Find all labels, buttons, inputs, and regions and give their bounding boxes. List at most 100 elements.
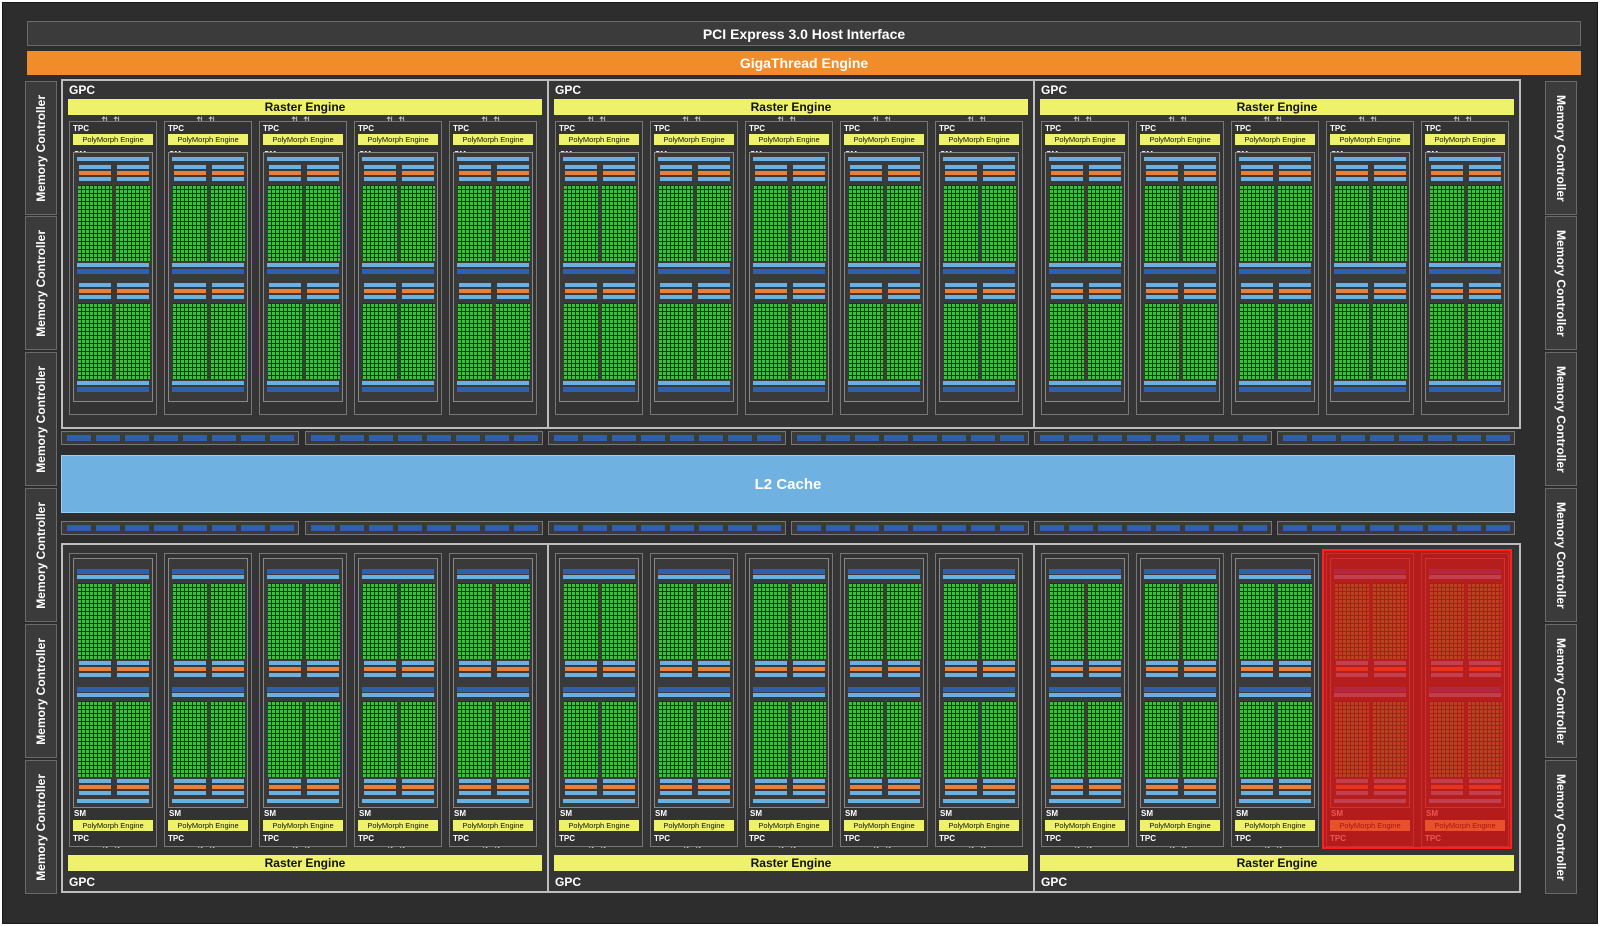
cache-block xyxy=(1243,435,1267,441)
register-file xyxy=(1279,177,1311,181)
cuda-cores xyxy=(982,303,1016,379)
dispatch-unit xyxy=(117,289,149,293)
warp-scheduler xyxy=(459,165,491,169)
cuda-cores xyxy=(564,583,598,659)
texture-units xyxy=(753,387,825,392)
polymorph-engine: PolyMorph Engine xyxy=(358,134,438,145)
warp-scheduler xyxy=(1374,283,1406,287)
cache-block xyxy=(1283,435,1307,441)
texture-units xyxy=(77,269,149,274)
register-file xyxy=(117,779,149,783)
warp-scheduler xyxy=(459,673,491,677)
cache-block xyxy=(485,525,509,531)
register-file xyxy=(497,177,529,181)
gpc-label: GPC xyxy=(69,875,96,889)
load-store-band xyxy=(658,575,730,579)
cuda-cores xyxy=(458,185,492,261)
load-store-band xyxy=(1049,381,1121,385)
dispatch-unit xyxy=(459,289,491,293)
register-file xyxy=(565,779,597,783)
sm-label: SM xyxy=(74,809,86,818)
tpc-label: TPC xyxy=(654,834,670,843)
dispatch-unit xyxy=(755,289,787,293)
sm-label: SM xyxy=(169,809,181,818)
cuda-cores xyxy=(116,583,150,659)
warp-scheduler xyxy=(945,673,977,677)
warp-scheduler xyxy=(660,673,692,677)
register-file xyxy=(364,295,396,299)
warp-scheduler xyxy=(1469,165,1501,169)
load-store-band xyxy=(753,381,825,385)
tpc-label: TPC xyxy=(358,834,374,843)
warp-scheduler xyxy=(565,673,597,677)
load-store-band xyxy=(1144,263,1216,267)
texture-units xyxy=(1334,269,1406,274)
dispatch-unit xyxy=(402,785,434,789)
cuda-cores xyxy=(1183,185,1217,261)
cuda-cores xyxy=(887,583,921,659)
instruction-cache xyxy=(943,799,1015,803)
dispatch-unit xyxy=(79,785,111,789)
cuda-cores xyxy=(1050,303,1084,379)
warp-scheduler xyxy=(698,283,730,287)
tpc-label: TPC xyxy=(168,124,184,133)
raster-engine: Raster Engine xyxy=(554,855,1028,871)
register-file xyxy=(565,661,597,665)
streaming-multiprocessor xyxy=(1330,152,1410,402)
cache-block xyxy=(1156,525,1180,531)
register-file xyxy=(459,177,491,181)
texture-units xyxy=(753,269,825,274)
dispatch-unit xyxy=(755,171,787,175)
register-file xyxy=(459,295,491,299)
cache-block xyxy=(1486,525,1510,531)
warp-scheduler xyxy=(565,165,597,169)
dispatch-unit xyxy=(364,171,396,175)
register-file xyxy=(269,661,301,665)
texture-units xyxy=(1239,269,1311,274)
register-file xyxy=(1146,661,1178,665)
warp-scheduler xyxy=(698,791,730,795)
warp-scheduler xyxy=(1336,283,1368,287)
cache-block xyxy=(96,435,120,441)
cuda-cores xyxy=(944,701,978,777)
tpc: TPCPolyMorph EngineSM xyxy=(164,121,252,415)
dispatch-unit xyxy=(1089,171,1121,175)
dispatch-unit xyxy=(459,171,491,175)
cache-block xyxy=(270,435,294,441)
cuda-cores xyxy=(401,701,435,777)
load-store-band xyxy=(753,575,825,579)
load-store-band xyxy=(362,693,434,697)
tpc-label: TPC xyxy=(749,124,765,133)
tpc: TPCPolyMorph EngineSM xyxy=(69,553,157,847)
warp-scheduler xyxy=(459,283,491,287)
dispatch-unit xyxy=(307,289,339,293)
cuda-cores xyxy=(982,701,1016,777)
register-file xyxy=(269,295,301,299)
cache-block xyxy=(1457,525,1481,531)
cache-block xyxy=(1243,525,1267,531)
cache-block xyxy=(942,435,966,441)
load-store-band xyxy=(77,263,149,267)
tpc: TPCPolyMorph EngineSM xyxy=(354,121,442,415)
tpc-label: TPC xyxy=(939,124,955,133)
warp-scheduler xyxy=(755,673,787,677)
register-file xyxy=(1184,295,1216,299)
cache-block xyxy=(826,525,850,531)
dispatch-unit xyxy=(117,171,149,175)
register-file xyxy=(117,177,149,181)
instruction-cache xyxy=(563,799,635,803)
polymorph-engine: PolyMorph Engine xyxy=(1140,820,1220,831)
gpc: GPCRaster Engine⇅⇅TPCPolyMorph EngineSM⇅… xyxy=(61,79,549,429)
warp-scheduler xyxy=(1184,673,1216,677)
texture-units xyxy=(1049,269,1121,274)
register-file xyxy=(269,177,301,181)
register-file xyxy=(79,661,111,665)
warp-scheduler xyxy=(174,165,206,169)
dispatch-unit xyxy=(364,667,396,671)
warp-scheduler xyxy=(402,673,434,677)
cuda-cores xyxy=(792,701,826,777)
tpc-label: TPC xyxy=(1140,124,1156,133)
tpc: TPCPolyMorph EngineSM xyxy=(1136,553,1224,847)
warp-scheduler xyxy=(117,791,149,795)
dispatch-unit xyxy=(212,289,244,293)
